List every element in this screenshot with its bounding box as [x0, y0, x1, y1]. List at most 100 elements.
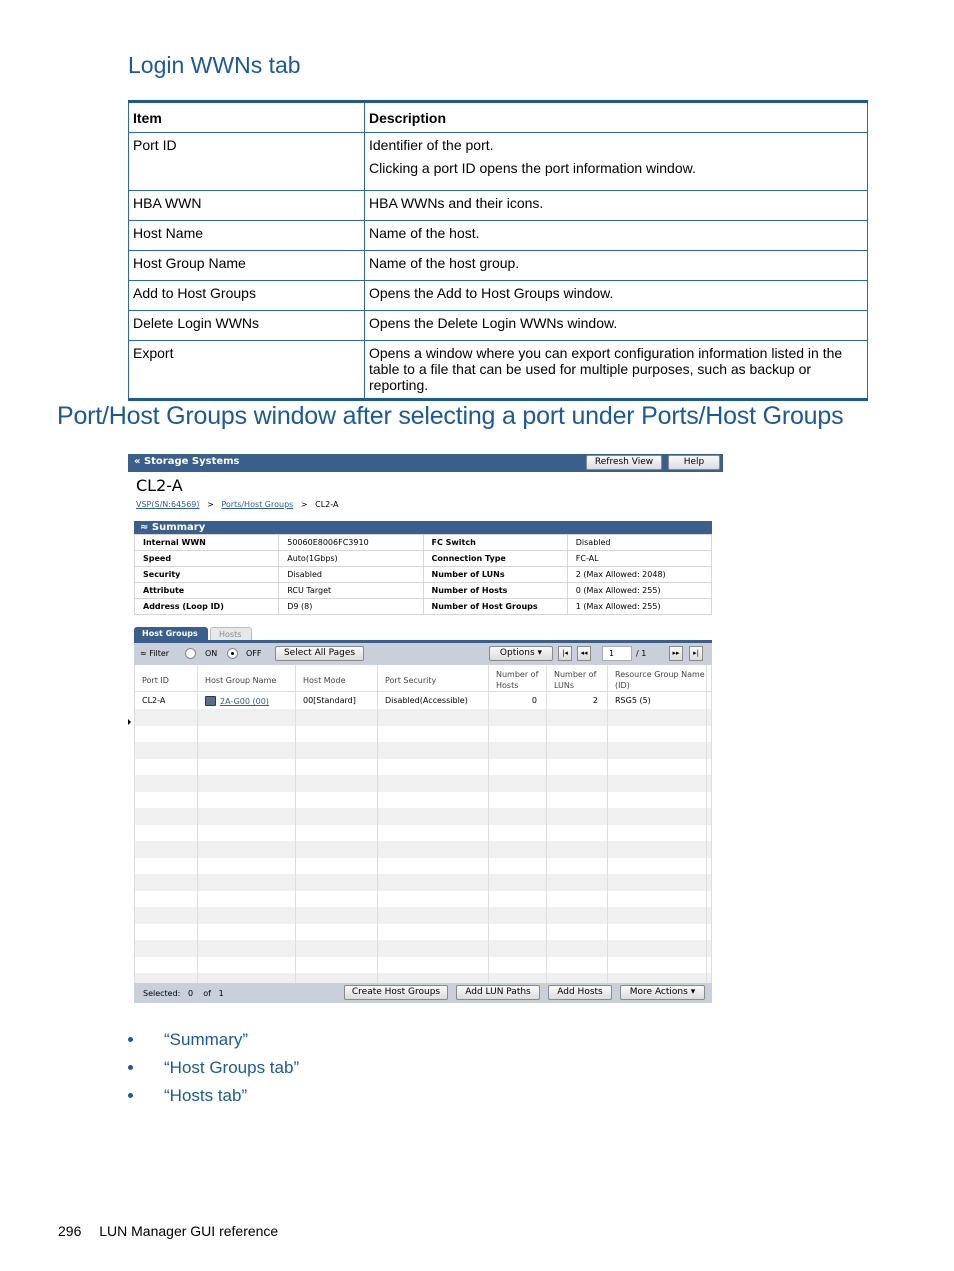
grid-header: Port ID Host Group Name Host Mode Port S…	[135, 665, 711, 692]
item-cell: Port ID	[128, 132, 365, 191]
collapse-icon: ≈	[140, 522, 152, 533]
summary-key: Speed	[133, 550, 280, 567]
next-page-button[interactable]: ▸▸	[669, 646, 683, 661]
last-page-button[interactable]: ▸|	[689, 646, 703, 661]
refresh-view-button[interactable]: Refresh View	[586, 455, 662, 470]
breadcrumb-current: CL2-A	[315, 500, 339, 509]
total-count: 1	[218, 989, 224, 998]
row-marker-icon	[128, 719, 131, 725]
tab-host-groups[interactable]: Host Groups	[134, 627, 208, 641]
column-header-port-id[interactable]: Port ID	[135, 665, 198, 692]
bullet-icon	[128, 1037, 133, 1042]
filter-toggle[interactable]: ≈ Filter	[140, 649, 169, 658]
column-header-number-of-luns[interactable]: Number of LUNs	[547, 665, 608, 692]
summary-value: 1 (Max Allowed: 255)	[566, 598, 713, 615]
summary-value: RCU Target	[278, 582, 424, 599]
summary-key: Number of Hosts	[422, 582, 568, 599]
column-divider	[135, 665, 198, 983]
summary-value: D9 (8)	[278, 598, 424, 615]
tab-hosts[interactable]: Hosts	[210, 627, 252, 641]
host-mode-cell: 00[Standard]	[303, 696, 356, 705]
description-cell: Identifier of the port. Clicking a port …	[364, 132, 868, 191]
item-cell: Host Group Name	[128, 250, 365, 281]
column-header-host-mode[interactable]: Host Mode	[296, 665, 378, 692]
breadcrumb-separator: >	[300, 500, 308, 509]
add-hosts-button[interactable]: Add Hosts	[548, 985, 612, 1000]
item-cell: Add to Host Groups	[128, 280, 365, 311]
list-item: “Hosts tab”	[128, 1086, 299, 1114]
filter-on-radio[interactable]	[185, 648, 196, 659]
summary-row: Address (Loop ID) D9 (8) Number of Host …	[133, 598, 713, 615]
column-header-port-security[interactable]: Port Security	[378, 665, 489, 692]
section-heading-port-host-groups: Port/Host Groups window after selecting …	[57, 402, 844, 430]
summary-key: Number of Host Groups	[422, 598, 568, 615]
collapse-icon: ≈	[140, 649, 150, 658]
more-actions-label: More Actions	[629, 987, 688, 997]
summary-table: Internal WWN 50060E8006FC3910 FC Switch …	[133, 534, 713, 615]
item-cell: Export	[128, 340, 365, 400]
summary-key: Internal WWN	[133, 534, 280, 551]
column-header-resource-group[interactable]: Resource Group Name (ID)	[608, 665, 707, 692]
host-group-cell: 2A-G00 (00)	[198, 696, 269, 706]
of-label: of	[203, 989, 211, 998]
table-row: Host Group Name Name of the host group.	[128, 250, 868, 281]
breadcrumb-storage-system[interactable]: VSP(S/N:64569)	[136, 500, 200, 509]
table-row[interactable]: CL2-A 2A-G00 (00) 00[Standard] Disabled(…	[135, 693, 711, 710]
storage-systems-link[interactable]: « Storage Systems	[134, 456, 240, 467]
breadcrumb-separator: >	[207, 500, 214, 509]
breadcrumb-ports-host-groups[interactable]: Ports/Host Groups	[221, 500, 293, 509]
item-cell: Host Name	[128, 220, 365, 251]
table-row: Add to Host Groups Opens the Add to Host…	[128, 280, 868, 311]
resource-group-cell: RSG5 (5)	[615, 696, 651, 705]
section-heading-login-wwns: Login WWNs tab	[128, 52, 301, 78]
column-header-host-group-name[interactable]: Host Group Name	[198, 665, 296, 692]
item-cell: HBA WWN	[128, 190, 365, 221]
page-number: 296	[58, 1223, 82, 1239]
summary-label: Summary	[151, 522, 206, 533]
create-host-groups-button[interactable]: Create Host Groups	[344, 985, 448, 1000]
select-all-pages-button[interactable]: Select All Pages	[275, 646, 364, 661]
description-cell: HBA WWNs and their icons.	[364, 190, 868, 221]
summary-value: 0 (Max Allowed: 255)	[566, 582, 713, 599]
host-groups-tab-link[interactable]: “Host Groups tab”	[164, 1058, 299, 1077]
description-cell: Name of the host group.	[364, 250, 868, 281]
column-divider	[489, 665, 547, 983]
column-divider	[378, 665, 489, 983]
login-wwns-table: Item Description Port ID Identifier of t…	[128, 100, 868, 401]
number-of-hosts-cell: 0	[531, 696, 537, 705]
next-page-icon: ▸▸	[672, 649, 680, 657]
number-of-luns-cell: 2	[592, 696, 598, 705]
filter-label: Filter	[149, 649, 170, 658]
port-host-groups-window: « Storage Systems Refresh View Help CL2-…	[128, 454, 723, 1005]
description-line: Identifier of the port.	[369, 137, 494, 153]
summary-header[interactable]: ≈ Summary	[134, 521, 712, 534]
breadcrumb: VSP(S/N:64569) > Ports/Host Groups > CL2…	[136, 500, 338, 509]
description-line: Clicking a port ID opens the port inform…	[369, 160, 696, 176]
filter-off-radio[interactable]	[227, 648, 238, 659]
filter-off-label: OFF	[246, 649, 262, 658]
column-header-number-of-hosts[interactable]: Number of Hosts	[489, 665, 547, 692]
first-page-button[interactable]: |◂	[558, 646, 572, 661]
summary-link[interactable]: “Summary”	[164, 1030, 248, 1049]
list-item: “Host Groups tab”	[128, 1058, 299, 1086]
previous-page-button[interactable]: ◂◂	[577, 646, 591, 661]
host-group-icon	[205, 696, 216, 706]
list-item: “Summary”	[128, 1030, 299, 1058]
description-cell: Name of the host.	[364, 220, 868, 251]
add-lun-paths-button[interactable]: Add LUN Paths	[456, 985, 540, 1000]
table-row: Host Name Name of the host.	[128, 220, 868, 251]
host-group-link[interactable]: 2A-G00 (00)	[220, 697, 269, 706]
table-row: Export Opens a window where you can expo…	[128, 340, 868, 400]
page-number-input[interactable]: 1	[602, 646, 632, 661]
summary-row: Security Disabled Number of LUNs 2 (Max …	[133, 566, 713, 583]
summary-value: FC-AL	[566, 550, 713, 567]
page-footer: 296 LUN Manager GUI reference	[58, 1223, 278, 1239]
table-row: Delete Login WWNs Opens the Delete Login…	[128, 310, 868, 341]
summary-value: Disabled	[278, 566, 424, 583]
chevron-down-icon: ▾	[537, 648, 543, 658]
bullet-icon	[128, 1065, 133, 1070]
more-actions-dropdown[interactable]: More Actions ▾	[620, 985, 705, 1000]
options-dropdown[interactable]: Options ▾	[489, 646, 553, 661]
help-button[interactable]: Help	[668, 455, 720, 470]
hosts-tab-link[interactable]: “Hosts tab”	[164, 1086, 247, 1105]
